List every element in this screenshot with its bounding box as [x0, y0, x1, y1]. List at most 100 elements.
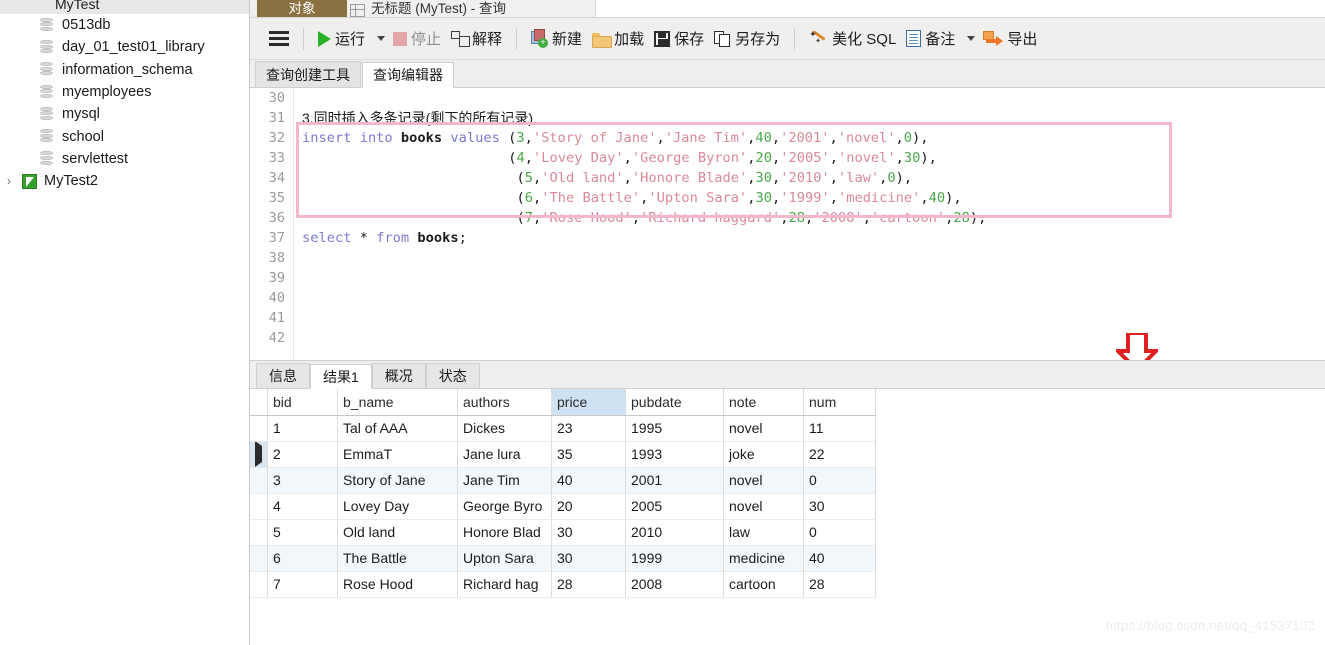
tree-item-database[interactable]: information_schema: [0, 59, 249, 81]
grid-cell-bid[interactable]: 1: [267, 415, 338, 442]
tab-query[interactable]: 无标题 (MyTest) - 查询: [350, 0, 600, 17]
code-line-sql[interactable]: (6,'The Battle','Upton Sara',30,'1999','…: [295, 188, 1325, 208]
stop-button[interactable]: 停止: [388, 24, 446, 54]
grid-cell-num[interactable]: 28: [803, 571, 876, 598]
run-dropdown-button[interactable]: [370, 24, 388, 54]
grid-column-header-note[interactable]: note: [723, 389, 804, 416]
result-tab-1[interactable]: 结果1: [310, 364, 372, 389]
grid-cell-b_name[interactable]: The Battle: [337, 545, 458, 572]
grid-cell-pubdate[interactable]: 2005: [625, 493, 724, 520]
new-button[interactable]: + 新建: [526, 24, 587, 54]
grid-column-header-b_name[interactable]: b_name: [337, 389, 458, 416]
tree-item-database[interactable]: 0513db: [0, 14, 249, 36]
grid-cell-num[interactable]: 22: [803, 441, 876, 468]
grid-cell-b_name[interactable]: EmmaT: [337, 441, 458, 468]
code-line-blank[interactable]: [295, 248, 1325, 268]
grid-cell-note[interactable]: medicine: [723, 545, 804, 572]
grid-cell-pubdate[interactable]: 1999: [625, 545, 724, 572]
grid-cell-bid[interactable]: 6: [267, 545, 338, 572]
grid-cell-price[interactable]: 20: [551, 493, 626, 520]
code-line-blank[interactable]: [295, 268, 1325, 288]
tree-item-database[interactable]: school: [0, 125, 249, 147]
row-marker[interactable]: [250, 493, 268, 520]
grid-cell-num[interactable]: 40: [803, 545, 876, 572]
note-button[interactable]: 备注: [901, 24, 960, 54]
table-row[interactable]: 2 EmmaT Jane lura 35 1993 joke 22: [250, 441, 876, 468]
grid-cell-authors[interactable]: Jane lura: [457, 441, 552, 468]
tree-item-database[interactable]: day_01_test01_library: [0, 36, 249, 58]
code-line-sql[interactable]: (4,'Lovey Day','George Byron',20,'2005',…: [295, 148, 1325, 168]
result-grid[interactable]: bid b_name authors price pubdate note num 1 Tal…: [250, 389, 876, 598]
grid-cell-bid[interactable]: 5: [267, 519, 338, 546]
note-dropdown-button[interactable]: [960, 24, 978, 54]
grid-cell-price[interactable]: 28: [551, 571, 626, 598]
row-marker[interactable]: [250, 441, 268, 468]
grid-cell-authors[interactable]: Jane Tim: [457, 467, 552, 494]
save-button[interactable]: 保存: [649, 24, 709, 54]
tree-connection-mytest2[interactable]: › MyTest2: [0, 170, 249, 192]
menu-button[interactable]: [264, 24, 294, 54]
grid-cell-price[interactable]: 40: [551, 467, 626, 494]
beautify-sql-button[interactable]: ✦ ✦ 美化 SQL: [804, 24, 901, 54]
tree-item-database[interactable]: myemployees: [0, 81, 249, 103]
grid-column-header-num[interactable]: num: [803, 389, 876, 416]
export-button[interactable]: 导出: [978, 24, 1042, 54]
result-grid-wrapper[interactable]: bid b_name authors price pubdate note num 1 Tal…: [250, 389, 1325, 645]
table-row[interactable]: 4 Lovey Day George Byro 20 2005 novel 30: [250, 493, 876, 520]
grid-cell-num[interactable]: 30: [803, 493, 876, 520]
table-row[interactable]: 7 Rose Hood Richard hag 28 2008 cartoon 28: [250, 571, 876, 598]
result-tab-3[interactable]: 状态: [425, 363, 480, 388]
code-line-sql[interactable]: (7,'Rose Hood','Richard haggard',28,'200…: [295, 208, 1325, 228]
sql-editor[interactable]: 30 31 32 33 34 35 36 37 38 39 40 41 42 3.同时插入多条记录(剩下…: [250, 88, 1325, 360]
grid-cell-authors[interactable]: Dickes: [457, 415, 552, 442]
explain-button[interactable]: 解释: [446, 24, 507, 54]
table-row[interactable]: 6 The Battle Upton Sara 30 1999 medicine 40: [250, 545, 876, 572]
tree-root-mytest[interactable]: MyTest: [0, 0, 249, 14]
code-line-blank[interactable]: [295, 88, 1325, 108]
row-marker[interactable]: [250, 415, 268, 442]
tab-object[interactable]: 对象: [257, 0, 347, 17]
code-line-select[interactable]: select * from books;: [295, 228, 1325, 248]
save-as-button[interactable]: 另存为: [709, 24, 785, 54]
grid-cell-price[interactable]: 30: [551, 519, 626, 546]
grid-cell-price[interactable]: 35: [551, 441, 626, 468]
sql-code-area[interactable]: 3.同时插入多条记录(剩下的所有记录) insert into books val…: [295, 88, 1325, 360]
grid-cell-price[interactable]: 23: [551, 415, 626, 442]
grid-cell-note[interactable]: law: [723, 519, 804, 546]
code-line-blank[interactable]: [295, 328, 1325, 348]
grid-cell-pubdate[interactable]: 1993: [625, 441, 724, 468]
row-marker[interactable]: [250, 519, 268, 546]
code-line-sql[interactable]: insert into books values (3,'Story of Ja…: [295, 128, 1325, 148]
tree-item-database[interactable]: servlettest: [0, 148, 249, 170]
grid-cell-pubdate[interactable]: 2001: [625, 467, 724, 494]
grid-cell-b_name[interactable]: Rose Hood: [337, 571, 458, 598]
load-button[interactable]: 加载: [587, 24, 649, 54]
row-marker[interactable]: [250, 467, 268, 494]
grid-cell-pubdate[interactable]: 2008: [625, 571, 724, 598]
grid-cell-authors[interactable]: Richard hag: [457, 571, 552, 598]
database-tree-sidebar[interactable]: MyTest 0513db day_01_test01_library inform…: [0, 0, 250, 645]
code-line-comment[interactable]: 3.同时插入多条记录(剩下的所有记录): [295, 108, 1325, 128]
grid-cell-b_name[interactable]: Tal of AAA: [337, 415, 458, 442]
table-row[interactable]: 3 Story of Jane Jane Tim 40 2001 novel 0: [250, 467, 876, 494]
result-tab-0[interactable]: 信息: [256, 363, 310, 388]
row-marker[interactable]: [250, 545, 268, 572]
grid-cell-note[interactable]: novel: [723, 467, 804, 494]
grid-cell-num[interactable]: 0: [803, 467, 876, 494]
grid-cell-bid[interactable]: 4: [267, 493, 338, 520]
tree-item-database[interactable]: mysql: [0, 103, 249, 125]
grid-cell-note[interactable]: novel: [723, 415, 804, 442]
grid-cell-bid[interactable]: 3: [267, 467, 338, 494]
run-button[interactable]: 运行: [313, 24, 370, 54]
grid-column-header-bid[interactable]: bid: [267, 389, 338, 416]
grid-column-header-pubdate[interactable]: pubdate: [625, 389, 724, 416]
grid-cell-note[interactable]: novel: [723, 493, 804, 520]
grid-cell-authors[interactable]: Upton Sara: [457, 545, 552, 572]
editor-tab-0[interactable]: 查询创建工具: [255, 61, 361, 87]
grid-cell-b_name[interactable]: Old land: [337, 519, 458, 546]
chevron-right-icon[interactable]: ›: [7, 175, 20, 187]
grid-cell-note[interactable]: cartoon: [723, 571, 804, 598]
code-line-blank[interactable]: [295, 308, 1325, 328]
editor-tab-1[interactable]: 查询编辑器: [362, 62, 454, 88]
grid-cell-authors[interactable]: Honore Blad: [457, 519, 552, 546]
